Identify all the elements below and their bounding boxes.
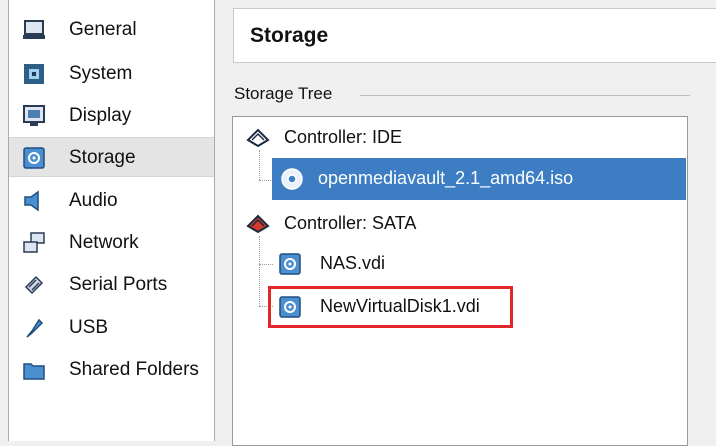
sidebar-item-system[interactable]: System	[9, 54, 214, 94]
sidebar-item-label: Storage	[69, 147, 136, 168]
sidebar-item-label: Shared Folders	[69, 359, 199, 380]
sidebar-item-label: Audio	[69, 190, 118, 211]
optical-disc-icon	[281, 168, 303, 190]
sidebar-item-label: Serial Ports	[69, 274, 168, 295]
tree-item-controller-sata[interactable]: Controller: SATA	[240, 204, 680, 244]
sidebar-item-audio[interactable]: Audio	[9, 181, 214, 221]
settings-sidebar: General System Display Storage Audio Net…	[8, 0, 215, 441]
sidebar-item-label: General	[69, 19, 137, 40]
page-header: Storage	[233, 8, 716, 63]
sidebar-item-storage[interactable]: Storage	[9, 137, 214, 177]
hard-disk-icon	[279, 253, 301, 275]
system-icon	[24, 64, 44, 84]
tree-connector	[259, 180, 273, 181]
display-icon	[23, 105, 45, 126]
audio-icon	[24, 190, 39, 212]
storage-icon	[23, 147, 45, 169]
sidebar-item-label: Network	[69, 232, 139, 253]
sidebar-item-shared-folders[interactable]: Shared Folders	[9, 350, 214, 390]
sidebar-item-label: Display	[69, 105, 132, 126]
network-icon	[23, 232, 45, 253]
general-icon	[23, 20, 45, 39]
sidebar-item-general[interactable]: General	[9, 10, 214, 50]
tree-item-disk[interactable]: NAS.vdi	[272, 244, 672, 284]
tree-connector	[259, 264, 273, 265]
sidebar-item-label: USB	[69, 317, 109, 338]
sidebar-item-network[interactable]: Network	[9, 223, 214, 263]
sidebar-item-label: System	[69, 63, 133, 84]
tree-item-controller-ide[interactable]: Controller: IDE	[240, 118, 680, 158]
tree-item-label: Controller: SATA	[284, 213, 417, 233]
highlight-annotation	[268, 286, 513, 328]
tree-item-iso[interactable]: openmediavault_2.1_amd64.iso	[272, 158, 686, 200]
sata-controller-icon	[246, 214, 270, 234]
serial-ports-icon	[24, 275, 44, 295]
page-title: Storage	[250, 24, 329, 47]
storage-tree-caption: Storage Tree	[234, 84, 339, 104]
tree-item-label: NAS.vdi	[320, 253, 386, 273]
ide-controller-icon	[246, 128, 270, 148]
sidebar-item-usb[interactable]: USB	[9, 308, 214, 348]
sidebar-item-serial-ports[interactable]: Serial Ports	[9, 265, 214, 305]
tree-item-label: Controller: IDE	[284, 127, 403, 147]
sidebar-item-display[interactable]: Display	[9, 96, 214, 136]
shared-folders-icon	[23, 363, 45, 380]
tree-connector	[259, 236, 260, 306]
tree-item-label: openmediavault_2.1_amd64.iso	[318, 168, 574, 188]
usb-icon	[26, 318, 44, 338]
group-divider	[360, 95, 690, 96]
